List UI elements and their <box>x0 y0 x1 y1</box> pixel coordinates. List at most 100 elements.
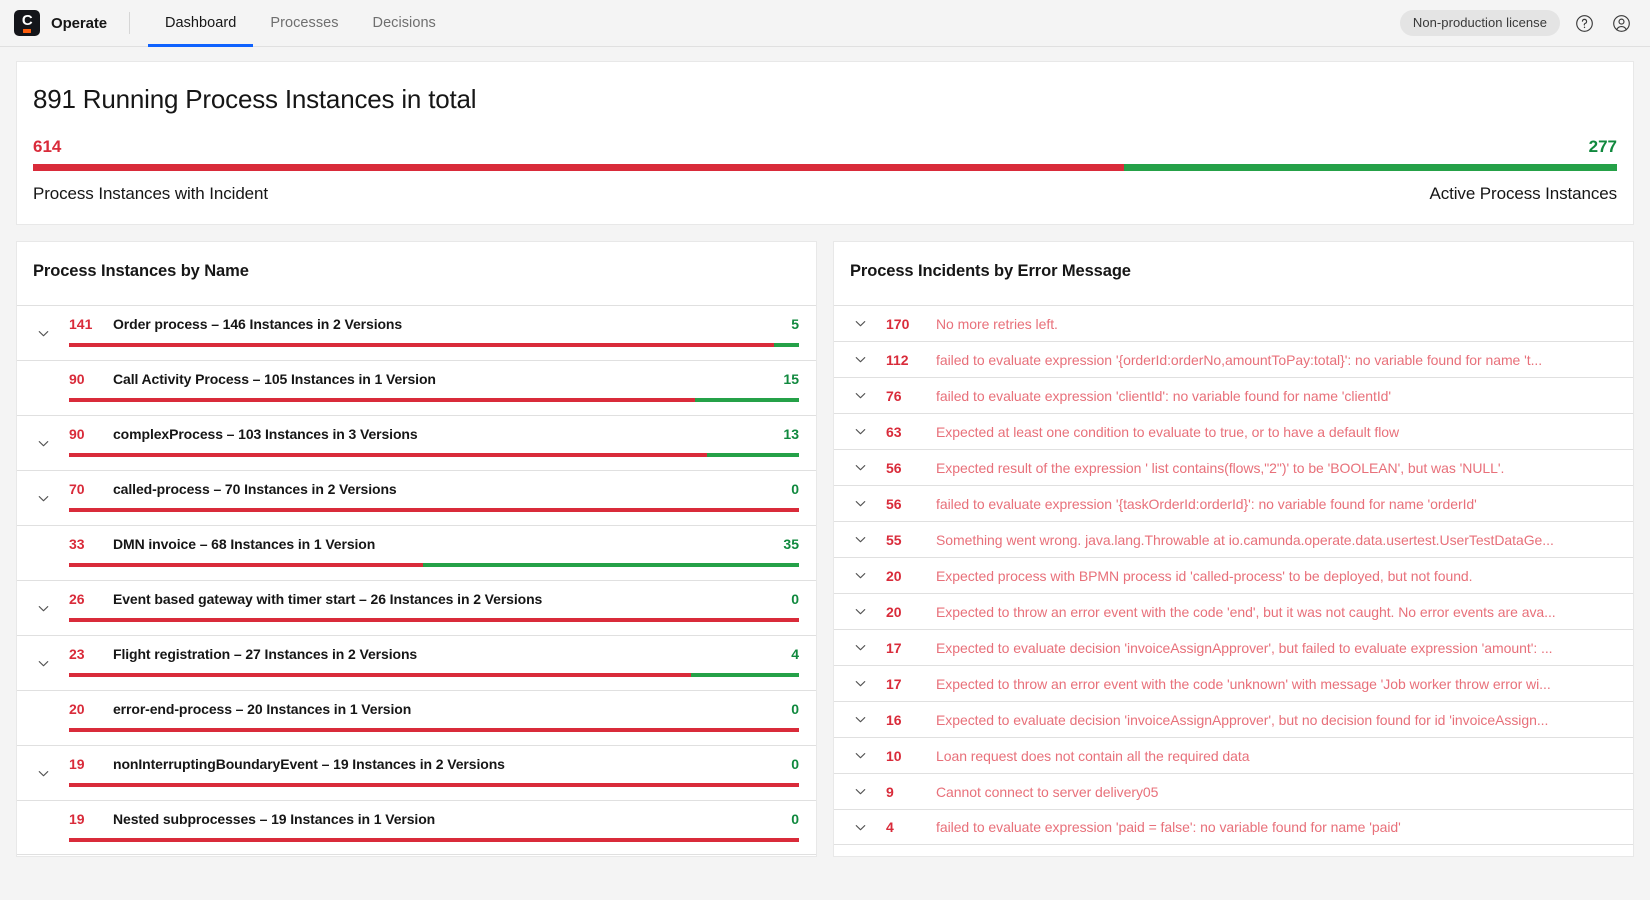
incident-row[interactable]: 9Cannot connect to server delivery05 <box>834 773 1633 809</box>
incident-error-message[interactable]: failed to evaluate expression '{taskOrde… <box>936 496 1619 512</box>
process-name-label[interactable]: called-process – 70 Instances in 2 Versi… <box>113 481 779 497</box>
process-incident-count[interactable]: 19 <box>69 811 113 827</box>
process-incident-count[interactable]: 23 <box>69 646 113 662</box>
process-instance-row[interactable]: 23Flight registration – 27 Instances in … <box>17 635 816 690</box>
tab-decisions[interactable]: Decisions <box>356 0 453 47</box>
incident-count-value[interactable]: 170 <box>886 316 936 332</box>
chevron-down-icon[interactable] <box>834 424 886 439</box>
chevron-down-icon[interactable] <box>834 532 886 547</box>
incident-count-value[interactable]: 55 <box>886 532 936 548</box>
incident-error-message[interactable]: Expected to evaluate decision 'invoiceAs… <box>936 640 1619 656</box>
incident-row[interactable]: 4failed to evaluate expression 'paid = f… <box>834 809 1633 845</box>
incident-row[interactable]: 56failed to evaluate expression '{taskOr… <box>834 485 1633 521</box>
incident-error-message[interactable]: failed to evaluate expression '{orderId:… <box>936 352 1619 368</box>
incident-error-message[interactable]: Expected to throw an error event with th… <box>936 604 1619 620</box>
chevron-down-icon[interactable] <box>17 416 69 470</box>
process-name-label[interactable]: nonInterruptingBoundaryEvent – 19 Instan… <box>113 756 779 772</box>
process-instance-row[interactable]: 141Order process – 146 Instances in 2 Ve… <box>17 305 816 360</box>
help-circle-icon[interactable] <box>1571 10 1597 36</box>
process-name-label[interactable]: Call Activity Process – 105 Instances in… <box>113 371 771 387</box>
incident-count-value[interactable]: 63 <box>886 424 936 440</box>
process-incident-count[interactable]: 20 <box>69 701 113 717</box>
incident-count-value[interactable]: 16 <box>886 712 936 728</box>
process-name-label[interactable]: Event based gateway with timer start – 2… <box>113 591 779 607</box>
process-active-count[interactable]: 5 <box>791 316 799 332</box>
chevron-down-icon[interactable] <box>17 471 69 525</box>
chevron-down-icon[interactable] <box>17 746 69 800</box>
incident-row[interactable]: 17Expected to evaluate decision 'invoice… <box>834 629 1633 665</box>
chevron-down-icon[interactable] <box>834 316 886 331</box>
brand[interactable]: C Operate <box>14 10 107 36</box>
process-instance-row[interactable]: 19nonInterruptingBoundaryEvent – 19 Inst… <box>17 745 816 800</box>
process-instance-row[interactable]: 70called-process – 70 Instances in 2 Ver… <box>17 470 816 525</box>
chevron-down-icon[interactable] <box>17 306 69 360</box>
incident-error-message[interactable]: Expected at least one condition to evalu… <box>936 424 1619 440</box>
process-incident-count[interactable]: 90 <box>69 371 113 387</box>
incident-row[interactable]: 55Something went wrong. java.lang.Throwa… <box>834 521 1633 557</box>
incident-count-value[interactable]: 56 <box>886 496 936 512</box>
process-active-count[interactable]: 4 <box>791 646 799 662</box>
incident-error-message[interactable]: failed to evaluate expression 'paid = fa… <box>936 819 1619 835</box>
process-name-label[interactable]: DMN invoice – 68 Instances in 1 Version <box>113 536 771 552</box>
process-name-label[interactable]: error-end-process – 20 Instances in 1 Ve… <box>113 701 779 717</box>
incident-error-message[interactable]: Cannot connect to server delivery05 <box>936 784 1619 800</box>
incident-error-message[interactable]: No more retries left. <box>936 316 1619 332</box>
incident-count-value[interactable]: 10 <box>886 748 936 764</box>
process-active-count[interactable]: 0 <box>791 481 799 497</box>
chevron-down-icon[interactable] <box>834 352 886 367</box>
incident-error-message[interactable]: Expected process with BPMN process id 'c… <box>936 568 1619 584</box>
incident-count-value[interactable]: 56 <box>886 460 936 476</box>
process-instance-row[interactable]: 90Call Activity Process – 105 Instances … <box>17 360 816 415</box>
incident-error-message[interactable]: failed to evaluate expression 'clientId'… <box>936 388 1619 404</box>
chevron-down-icon[interactable] <box>834 712 886 727</box>
incident-count-value[interactable]: 76 <box>886 388 936 404</box>
process-active-count[interactable]: 0 <box>791 756 799 772</box>
process-active-count[interactable]: 15 <box>783 371 799 387</box>
chevron-down-icon[interactable] <box>834 748 886 763</box>
chevron-down-icon[interactable] <box>834 820 886 835</box>
incident-error-message[interactable]: Expected result of the expression ' list… <box>936 460 1619 476</box>
process-active-count[interactable]: 13 <box>783 426 799 442</box>
process-instance-row[interactable]: 33DMN invoice – 68 Instances in 1 Versio… <box>17 525 816 580</box>
process-name-label[interactable]: Flight registration – 27 Instances in 2 … <box>113 646 779 662</box>
chevron-down-icon[interactable] <box>834 496 886 511</box>
incident-row[interactable]: 20Expected process with BPMN process id … <box>834 557 1633 593</box>
process-incident-count[interactable]: 141 <box>69 316 113 332</box>
chevron-down-icon[interactable] <box>17 581 69 635</box>
incident-row[interactable]: 112failed to evaluate expression '{order… <box>834 341 1633 377</box>
incident-error-message[interactable]: Loan request does not contain all the re… <box>936 748 1619 764</box>
process-active-count[interactable]: 0 <box>791 811 799 827</box>
incident-row[interactable]: 76failed to evaluate expression 'clientI… <box>834 377 1633 413</box>
chevron-down-icon[interactable] <box>834 604 886 619</box>
incident-count-value[interactable]: 9 <box>886 784 936 800</box>
incident-row[interactable]: 20Expected to throw an error event with … <box>834 593 1633 629</box>
process-instance-row[interactable]: 26Event based gateway with timer start –… <box>17 580 816 635</box>
process-name-label[interactable]: Nested subprocesses – 19 Instances in 1 … <box>113 811 779 827</box>
incident-count-value[interactable]: 20 <box>886 604 936 620</box>
incident-count-value[interactable]: 17 <box>886 640 936 656</box>
process-incident-count[interactable]: 26 <box>69 591 113 607</box>
incident-row[interactable]: 17Expected to throw an error event with … <box>834 665 1633 701</box>
incident-error-message[interactable]: Expected to throw an error event with th… <box>936 676 1619 692</box>
tab-dashboard[interactable]: Dashboard <box>148 0 253 47</box>
chevron-down-icon[interactable] <box>834 460 886 475</box>
chevron-down-icon[interactable] <box>834 640 886 655</box>
incident-row[interactable]: 170No more retries left. <box>834 305 1633 341</box>
incident-error-message[interactable]: Something went wrong. java.lang.Throwabl… <box>936 532 1619 548</box>
incident-row[interactable]: 10Loan request does not contain all the … <box>834 737 1633 773</box>
process-active-count[interactable]: 0 <box>791 701 799 717</box>
incident-count[interactable]: 614 <box>33 137 61 157</box>
user-avatar-icon[interactable] <box>1608 10 1634 36</box>
process-incident-count[interactable]: 19 <box>69 756 113 772</box>
process-active-count[interactable]: 0 <box>791 591 799 607</box>
incident-count-value[interactable]: 112 <box>886 352 936 368</box>
active-count[interactable]: 277 <box>1589 137 1617 157</box>
incident-count-value[interactable]: 17 <box>886 676 936 692</box>
process-incident-count[interactable]: 33 <box>69 536 113 552</box>
process-incident-count[interactable]: 70 <box>69 481 113 497</box>
process-instance-row[interactable]: 20error-end-process – 20 Instances in 1 … <box>17 690 816 745</box>
chevron-down-icon[interactable] <box>834 568 886 583</box>
incident-count-value[interactable]: 4 <box>886 819 936 835</box>
process-name-label[interactable]: complexProcess – 103 Instances in 3 Vers… <box>113 426 771 442</box>
incident-row[interactable]: 16Expected to evaluate decision 'invoice… <box>834 701 1633 737</box>
